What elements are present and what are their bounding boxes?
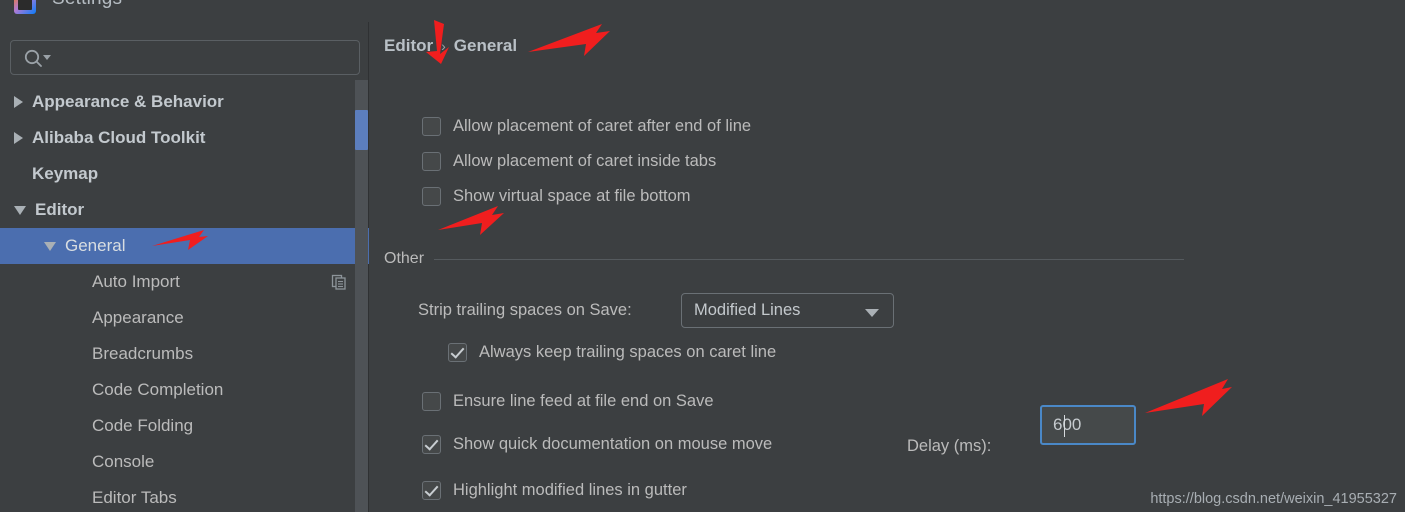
checkbox-label: Allow placement of caret after end of li… [453, 117, 752, 135]
sidebar-item-label: Appearance [92, 308, 184, 327]
sidebar-item-code-folding[interactable]: Code Folding [0, 408, 369, 444]
checkbox-row-quick-documentation[interactable]: Show quick documentation on mouse move [422, 435, 772, 454]
strip-trailing-spaces-label: Strip trailing spaces on Save: [418, 301, 632, 319]
breadcrumb-current: General [453, 36, 518, 55]
sidebar-item-appearance-behavior[interactable]: Appearance & Behavior [0, 84, 369, 120]
checkbox-row-ensure-line-feed[interactable]: Ensure line feed at file end on Save [422, 392, 714, 411]
chevron-down-icon[interactable] [44, 241, 56, 251]
checkbox-label: Show quick documentation on mouse move [453, 435, 773, 453]
chevron-right-icon[interactable] [14, 96, 23, 108]
checkbox-row-caret-after-end-of-line[interactable]: Allow placement of caret after end of li… [422, 117, 751, 136]
checkbox-highlight-modified-lines[interactable] [422, 481, 441, 500]
checkbox-quick-documentation[interactable] [422, 435, 441, 454]
sidebar-item-label: General [65, 236, 126, 255]
delay-label: Delay (ms): [907, 437, 992, 455]
settings-dialog: Settings Appearance & Behavior Alibaba Cl… [0, 0, 1405, 512]
sidebar-item-editor[interactable]: Editor [0, 192, 369, 228]
sidebar-item-keymap[interactable]: Keymap [0, 156, 369, 192]
sidebar-item-general[interactable]: General [0, 228, 369, 264]
checkbox-label: Highlight modified lines in gutter [453, 481, 687, 499]
checkbox-label: Show virtual space at file bottom [453, 187, 691, 205]
sidebar-item-label: Keymap [32, 164, 99, 183]
sidebar-item-code-completion[interactable]: Code Completion [0, 372, 369, 408]
breadcrumb-separator: › [441, 38, 446, 54]
checkbox-caret-inside-tabs[interactable] [422, 152, 441, 171]
sidebar-scrollbar-thumb[interactable] [355, 110, 368, 150]
sidebar-item-breadcrumbs[interactable]: Breadcrumbs [0, 336, 369, 372]
settings-main-panel: Editor › General Allow placement of care… [370, 22, 1405, 512]
sidebar-item-auto-import[interactable]: Auto Import [0, 264, 369, 300]
checkbox-row-always-keep-trailing-spaces[interactable]: Always keep trailing spaces on caret lin… [448, 343, 776, 362]
checkbox-row-highlight-modified-lines[interactable]: Highlight modified lines in gutter [422, 481, 687, 500]
delay-label-row: Delay (ms): [907, 437, 991, 456]
checkbox-label: Allow placement of caret inside tabs [453, 152, 717, 170]
section-divider [434, 258, 1184, 260]
checkbox-row-virtual-space-file-bottom[interactable]: Show virtual space at file bottom [422, 187, 691, 206]
breadcrumb-parent[interactable]: Editor [384, 36, 433, 56]
sidebar-item-label: Code Folding [92, 416, 194, 435]
sidebar-item-alibaba-cloud-toolkit[interactable]: Alibaba Cloud Toolkit [0, 120, 369, 156]
delay-input-wrapper[interactable] [1040, 405, 1136, 445]
sidebar-item-label: Breadcrumbs [92, 344, 194, 363]
strip-trailing-spaces-dropdown[interactable]: Modified Lines [681, 293, 894, 328]
strip-trailing-spaces-label-row: Strip trailing spaces on Save: [418, 301, 632, 320]
delay-input[interactable] [1042, 407, 1134, 443]
sidebar-item-label: Editor Tabs [92, 488, 177, 507]
search-input[interactable] [57, 41, 357, 76]
chevron-down-icon[interactable] [14, 205, 26, 215]
settings-sidebar: Appearance & Behavior Alibaba Cloud Toolk… [0, 22, 369, 512]
sidebar-item-editor-tabs[interactable]: Editor Tabs [0, 480, 369, 512]
chevron-right-icon[interactable] [14, 132, 23, 144]
chevron-down-icon [865, 309, 879, 317]
sidebar-item-label: Console [92, 452, 155, 471]
section-title: Other [384, 250, 425, 267]
sidebar-item-label: Code Completion [92, 380, 224, 399]
strip-trailing-spaces-value: Modified Lines [694, 301, 801, 319]
text-caret [1064, 415, 1065, 437]
settings-tree: Appearance & Behavior Alibaba Cloud Toolk… [0, 84, 369, 512]
checkbox-label: Ensure line feed at file end on Save [453, 392, 714, 410]
section-header-other: Other [384, 250, 1184, 268]
sidebar-item-appearance[interactable]: Appearance [0, 300, 369, 336]
checkbox-virtual-space-file-bottom[interactable] [422, 187, 441, 206]
watermark-text: https://blog.csdn.net/weixin_41955327 [1150, 491, 1397, 507]
intellij-idea-icon [14, 0, 36, 14]
checkbox-label: Always keep trailing spaces on caret lin… [479, 343, 777, 361]
search-box[interactable] [10, 40, 360, 76]
window-title: Settings [52, 0, 122, 10]
copy-icon[interactable] [331, 274, 347, 290]
checkbox-always-keep-trailing-spaces[interactable] [448, 343, 467, 362]
sidebar-item-console[interactable]: Console [0, 444, 369, 480]
sidebar-item-label: Editor [35, 200, 85, 219]
sidebar-item-label: Appearance & Behavior [32, 92, 224, 111]
sidebar-item-label: Auto Import [92, 272, 180, 291]
checkbox-ensure-line-feed[interactable] [422, 392, 441, 411]
search-icon [24, 49, 51, 67]
sidebar-item-label: Alibaba Cloud Toolkit [32, 128, 206, 147]
checkbox-row-caret-inside-tabs[interactable]: Allow placement of caret inside tabs [422, 152, 716, 171]
checkbox-caret-after-end-of-line[interactable] [422, 117, 441, 136]
window-titlebar: Settings [0, 0, 1405, 22]
breadcrumb: Editor › General [384, 36, 517, 56]
